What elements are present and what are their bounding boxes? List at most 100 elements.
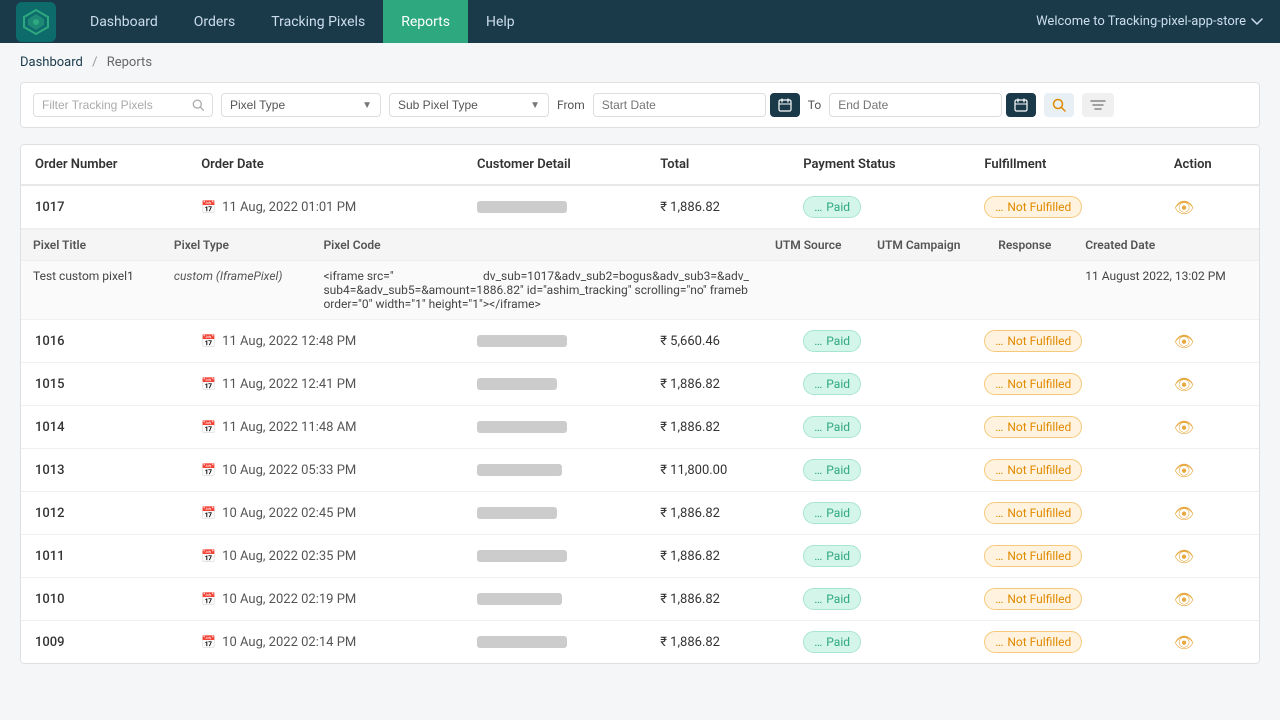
view-icon[interactable]: 👁 bbox=[1174, 198, 1194, 217]
calendar-icon: 📅 bbox=[201, 377, 216, 391]
nav-help[interactable]: Help bbox=[468, 0, 533, 43]
payment-status: … Paid bbox=[789, 185, 970, 229]
calendar-icon: 📅 bbox=[201, 592, 216, 606]
calendar-icon bbox=[1014, 98, 1028, 112]
breadcrumb-dashboard[interactable]: Dashboard bbox=[20, 55, 83, 70]
fulfillment-status: … Not Fulfilled bbox=[970, 492, 1160, 535]
order-number: 1012 bbox=[21, 492, 187, 535]
not-fulfilled-badge: … Not Fulfilled bbox=[984, 588, 1082, 610]
customer-detail bbox=[463, 406, 646, 449]
view-icon[interactable]: 👁 bbox=[1174, 547, 1194, 566]
col-customer-detail: Customer Detail bbox=[463, 145, 646, 185]
nav-reports[interactable]: Reports bbox=[383, 0, 468, 43]
table-header-row: Order Number Order Date Customer Detail … bbox=[21, 145, 1259, 185]
fulfillment-status: … Not Fulfilled bbox=[970, 320, 1160, 363]
pixel-header-row: Pixel Title Pixel Type Pixel Code UTM So… bbox=[21, 230, 1259, 261]
order-total: ₹ 5,660.46 bbox=[646, 320, 789, 363]
nav-orders[interactable]: Orders bbox=[176, 0, 254, 43]
not-fulfilled-badge: … Not Fulfilled bbox=[984, 502, 1082, 524]
calendar-icon: 📅 bbox=[201, 463, 216, 477]
order-number: 1016 bbox=[21, 320, 187, 363]
end-date-input[interactable] bbox=[829, 93, 1002, 117]
payment-status: … Paid bbox=[789, 449, 970, 492]
order-date: 📅 11 Aug, 2022 01:01 PM bbox=[187, 185, 463, 229]
payment-status: … Paid bbox=[789, 535, 970, 578]
order-date: 📅11 Aug, 2022 11:48 AM bbox=[187, 406, 463, 449]
payment-status: … Paid bbox=[789, 621, 970, 664]
order-total: ₹ 1,886.82 bbox=[646, 185, 789, 229]
pixel-type: custom (IframePixel) bbox=[162, 261, 312, 320]
customer-blur-text bbox=[477, 201, 567, 213]
customer-detail bbox=[463, 185, 646, 229]
order-total: ₹ 1,886.82 bbox=[646, 363, 789, 406]
order-total: ₹ 1,886.82 bbox=[646, 406, 789, 449]
filter-options-button[interactable] bbox=[1082, 93, 1114, 117]
view-icon[interactable]: 👁 bbox=[1174, 633, 1194, 652]
table-row: 1010 📅10 Aug, 2022 02:19 PM ₹ 1,886.82 …… bbox=[21, 578, 1259, 621]
col-payment-status: Payment Status bbox=[789, 145, 970, 185]
not-fulfilled-badge: … Not Fulfilled bbox=[984, 631, 1082, 653]
start-date-input[interactable] bbox=[593, 93, 766, 117]
order-date: 📅10 Aug, 2022 02:35 PM bbox=[187, 535, 463, 578]
order-total: ₹ 1,886.82 bbox=[646, 535, 789, 578]
view-icon[interactable]: 👁 bbox=[1174, 418, 1194, 437]
table-row: 1015 📅11 Aug, 2022 12:41 PM ₹ 1,886.82 …… bbox=[21, 363, 1259, 406]
paid-badge: … Paid bbox=[803, 545, 861, 567]
order-total: ₹ 1,886.82 bbox=[646, 578, 789, 621]
payment-status: … Paid bbox=[789, 320, 970, 363]
paid-badge: … Paid bbox=[803, 459, 861, 481]
view-icon[interactable]: 👁 bbox=[1174, 461, 1194, 480]
breadcrumb: Dashboard / Reports bbox=[0, 43, 1280, 82]
sub-pixel-type-select[interactable]: Sub Pixel Type bbox=[398, 98, 524, 112]
not-fulfilled-badge: … Not Fulfilled bbox=[984, 459, 1082, 481]
nav-tracking-pixels[interactable]: Tracking Pixels bbox=[253, 0, 383, 43]
start-date-group bbox=[593, 93, 800, 117]
sub-pixel-type-select-wrapper[interactable]: Sub Pixel Type ▼ bbox=[389, 93, 549, 117]
welcome-text: Welcome to Tracking-pixel-app-store bbox=[1036, 14, 1264, 29]
order-date: 📅10 Aug, 2022 02:19 PM bbox=[187, 578, 463, 621]
payment-status: … Paid bbox=[789, 578, 970, 621]
pixel-code: <iframe src=" dv_sub=1017&adv_sub2=bogus… bbox=[311, 261, 763, 320]
customer-detail bbox=[463, 320, 646, 363]
action-cell: 👁 bbox=[1160, 492, 1259, 535]
pixel-type-select-wrapper[interactable]: Pixel Type ▼ bbox=[221, 93, 381, 117]
table-row: 1013 📅10 Aug, 2022 05:33 PM ₹ 11,800.00 … bbox=[21, 449, 1259, 492]
search-input[interactable] bbox=[42, 98, 186, 112]
filter-bar: Pixel Type ▼ Sub Pixel Type ▼ From To bbox=[20, 82, 1260, 128]
breadcrumb-separator: / bbox=[92, 55, 97, 70]
not-fulfilled-badge: … Not Fulfilled bbox=[984, 196, 1082, 218]
end-date-calendar-button[interactable] bbox=[1006, 93, 1036, 117]
view-icon[interactable]: 👁 bbox=[1174, 375, 1194, 394]
fulfillment-status: … Not Fulfilled bbox=[970, 621, 1160, 664]
fulfillment-status: … Not Fulfilled bbox=[970, 449, 1160, 492]
action-cell: 👁 bbox=[1160, 449, 1259, 492]
start-date-calendar-button[interactable] bbox=[770, 93, 800, 117]
table-row: 1017 📅 11 Aug, 2022 01:01 PM ₹ 1,886.82 bbox=[21, 185, 1259, 229]
customer-detail bbox=[463, 363, 646, 406]
view-icon[interactable]: 👁 bbox=[1174, 332, 1194, 351]
not-fulfilled-badge: … Not Fulfilled bbox=[984, 545, 1082, 567]
table-wrapper: Order Number Order Date Customer Detail … bbox=[21, 145, 1259, 663]
pixel-type-select[interactable]: Pixel Type bbox=[230, 98, 356, 112]
customer-detail bbox=[463, 492, 646, 535]
customer-detail bbox=[463, 578, 646, 621]
to-label: To bbox=[808, 98, 821, 112]
search-button[interactable] bbox=[1044, 93, 1074, 117]
nav-dashboard[interactable]: Dashboard bbox=[72, 0, 176, 43]
table-row: 1014 📅11 Aug, 2022 11:48 AM ₹ 1,886.82 …… bbox=[21, 406, 1259, 449]
fulfillment-status: … Not Fulfilled bbox=[970, 185, 1160, 229]
fulfillment-status: … Not Fulfilled bbox=[970, 406, 1160, 449]
order-total: ₹ 1,886.82 bbox=[646, 492, 789, 535]
pixel-utm-campaign bbox=[865, 261, 986, 320]
not-fulfilled-badge: … Not Fulfilled bbox=[984, 330, 1082, 352]
view-icon[interactable]: 👁 bbox=[1174, 590, 1194, 609]
action-cell: 👁 bbox=[1160, 185, 1259, 229]
view-icon[interactable]: 👁 bbox=[1174, 504, 1194, 523]
payment-status: … Paid bbox=[789, 492, 970, 535]
order-number: 1011 bbox=[21, 535, 187, 578]
order-number: 1013 bbox=[21, 449, 187, 492]
payment-status: … Paid bbox=[789, 363, 970, 406]
action-cell: 👁 bbox=[1160, 535, 1259, 578]
action-cell: 👁 bbox=[1160, 406, 1259, 449]
order-total: ₹ 11,800.00 bbox=[646, 449, 789, 492]
